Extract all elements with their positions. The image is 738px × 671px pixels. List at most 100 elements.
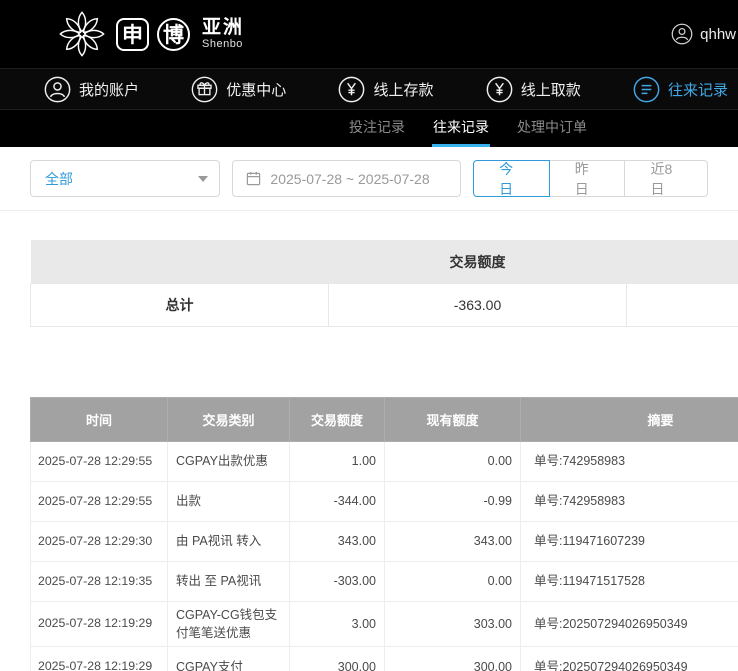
tab-label: 处理中订单 (517, 117, 587, 137)
summary-table: 交易额度 总计 -363.00 (30, 240, 738, 327)
divider (0, 210, 738, 211)
type-filter-value: 全部 (45, 169, 73, 189)
quick-range-group: 今日 昨日 近8日 (473, 160, 708, 197)
user-account[interactable]: qhhw (671, 23, 736, 45)
records-tab-bar: 投注记录 往来记录 处理中订单 (0, 110, 738, 147)
summary-total-value: -363.00 (329, 284, 627, 327)
brand-char-bo: 博 (157, 18, 190, 51)
cell-time: 2025-07-28 12:29:55 (31, 482, 168, 522)
chevron-down-icon (198, 176, 208, 182)
tab-betting-records[interactable]: 投注记录 (348, 110, 406, 147)
cell-summary: 单号:202507294026950349 (521, 602, 738, 647)
cell-balance: 343.00 (385, 522, 521, 562)
brand-region-label: 亚洲 (202, 18, 244, 39)
cell-time: 2025-07-28 12:19:29 (31, 602, 168, 647)
gift-circle-icon (191, 76, 218, 103)
cell-type: 出款 (168, 482, 290, 522)
cell-amount: 300.00 (290, 647, 385, 671)
brand-logo[interactable]: 申 博 亚洲 Shenbo (56, 8, 244, 60)
cell-amount: 1.00 (290, 442, 385, 482)
transaction-row: 2025-07-28 12:19:29 CGPAY-CG钱包支付笔笔送优惠 3.… (31, 602, 738, 647)
cell-amount: -344.00 (290, 482, 385, 522)
records-circle-icon (633, 76, 660, 103)
brand-char-shen: 申 (116, 18, 149, 51)
brand-latin-label: Shenbo (202, 38, 244, 50)
cell-balance: -0.99 (385, 482, 521, 522)
summary-header-amount: 交易额度 (329, 240, 627, 284)
cell-type: 转出 至 PA视讯 (168, 562, 290, 602)
cell-summary: 单号:119471517528 (521, 562, 738, 602)
summary-header-empty (627, 240, 738, 284)
column-header-amount: 交易额度 (290, 398, 385, 442)
last-8-days-button-label: 近8日 (650, 159, 682, 199)
cell-summary: 单号:742958983 (521, 482, 738, 522)
cell-amount: 3.00 (290, 602, 385, 647)
yesterday-button[interactable]: 昨日 (549, 160, 626, 197)
yesterday-button-label: 昨日 (575, 159, 600, 199)
cell-balance: 0.00 (385, 562, 521, 602)
cell-summary: 单号:202507294026950349 (521, 647, 738, 671)
nav-item-transaction-records[interactable]: 往来记录 (633, 76, 728, 103)
cell-summary: 单号:119471607239 (521, 522, 738, 562)
top-header: 申 博 亚洲 Shenbo qhhw (0, 0, 738, 68)
cell-type: CGPAY-CG钱包支付笔笔送优惠 (168, 602, 290, 647)
cell-balance: 300.00 (385, 647, 521, 671)
nav-label: 线上取款 (521, 79, 581, 100)
date-range-picker[interactable]: 2025-07-28 ~ 2025-07-28 (232, 160, 461, 197)
cell-summary: 单号:742958983 (521, 442, 738, 482)
summary-total-label: 总计 (31, 284, 329, 327)
column-header-type: 交易类别 (168, 398, 290, 442)
nav-item-promotions[interactable]: 优惠中心 (191, 76, 286, 103)
cell-type: CGPAY支付 (168, 647, 290, 671)
cell-amount: 343.00 (290, 522, 385, 562)
deposit-coin-icon (338, 76, 365, 103)
cell-time: 2025-07-28 12:29:30 (31, 522, 168, 562)
today-button-label: 今日 (499, 159, 524, 199)
nav-item-online-deposit[interactable]: 线上存款 (338, 76, 433, 103)
today-button[interactable]: 今日 (473, 160, 550, 197)
withdraw-coin-icon (486, 76, 513, 103)
lotus-logo-icon (56, 8, 108, 60)
nav-label: 我的账户 (79, 79, 139, 100)
cell-balance: 303.00 (385, 602, 521, 647)
transaction-row: 2025-07-28 12:29:55 出款 -344.00 -0.99 单号:… (31, 482, 738, 522)
cell-type: CGPAY出款优惠 (168, 442, 290, 482)
summary-header-row: 交易额度 (31, 240, 738, 284)
brand-wordmark: 亚洲 Shenbo (202, 18, 244, 51)
user-circle-icon (44, 76, 71, 103)
transaction-row: 2025-07-28 12:19:29 CGPAY支付 300.00 300.0… (31, 647, 738, 671)
last-8-days-button[interactable]: 近8日 (624, 160, 708, 197)
cell-time: 2025-07-28 12:29:55 (31, 442, 168, 482)
nav-label: 线上存款 (373, 79, 433, 100)
tab-label: 投注记录 (349, 117, 405, 137)
column-header-time: 时间 (31, 398, 168, 442)
column-header-balance: 现有额度 (385, 398, 521, 442)
transaction-row: 2025-07-28 12:29:55 CGPAY出款优惠 1.00 0.00 … (31, 442, 738, 482)
cell-balance: 0.00 (385, 442, 521, 482)
transactions-table: 时间 交易类别 交易额度 现有额度 摘要 2025-07-28 12:29:55… (30, 397, 738, 671)
column-header-summary: 摘要 (521, 398, 738, 442)
nav-item-my-account[interactable]: 我的账户 (44, 76, 139, 103)
tab-label: 往来记录 (433, 117, 489, 137)
cell-time: 2025-07-28 12:19:35 (31, 562, 168, 602)
type-filter-select[interactable]: 全部 (30, 160, 220, 197)
tab-processing-orders[interactable]: 处理中订单 (516, 110, 588, 147)
transactions-body: 2025-07-28 12:29:55 CGPAY出款优惠 1.00 0.00 … (31, 442, 738, 671)
transaction-row: 2025-07-28 12:19:35 转出 至 PA视讯 -303.00 0.… (31, 562, 738, 602)
nav-item-online-withdrawal[interactable]: 线上取款 (486, 76, 581, 103)
main-navigation: 我的账户 优惠中心 线上存款 线上取款 (0, 68, 738, 110)
cell-time: 2025-07-28 12:19:29 (31, 647, 168, 671)
username: qhhw (700, 26, 736, 43)
content-area: 全部 2025-07-28 ~ 2025-07-28 今日 昨日 (0, 160, 738, 671)
cell-type: 由 PA视讯 转入 (168, 522, 290, 562)
summary-total-row: 总计 -363.00 (31, 284, 738, 327)
tab-transaction-records[interactable]: 往来记录 (432, 110, 490, 147)
transaction-row: 2025-07-28 12:29:30 由 PA视讯 转入 343.00 343… (31, 522, 738, 562)
page: 申 博 亚洲 Shenbo qhhw 我的账户 (0, 0, 738, 671)
calendar-icon (246, 171, 261, 186)
user-avatar-icon (671, 23, 693, 45)
summary-empty-cell (627, 284, 738, 327)
summary-header-empty (31, 240, 329, 284)
filter-bar: 全部 2025-07-28 ~ 2025-07-28 今日 昨日 (30, 160, 708, 197)
nav-label: 往来记录 (668, 79, 728, 100)
